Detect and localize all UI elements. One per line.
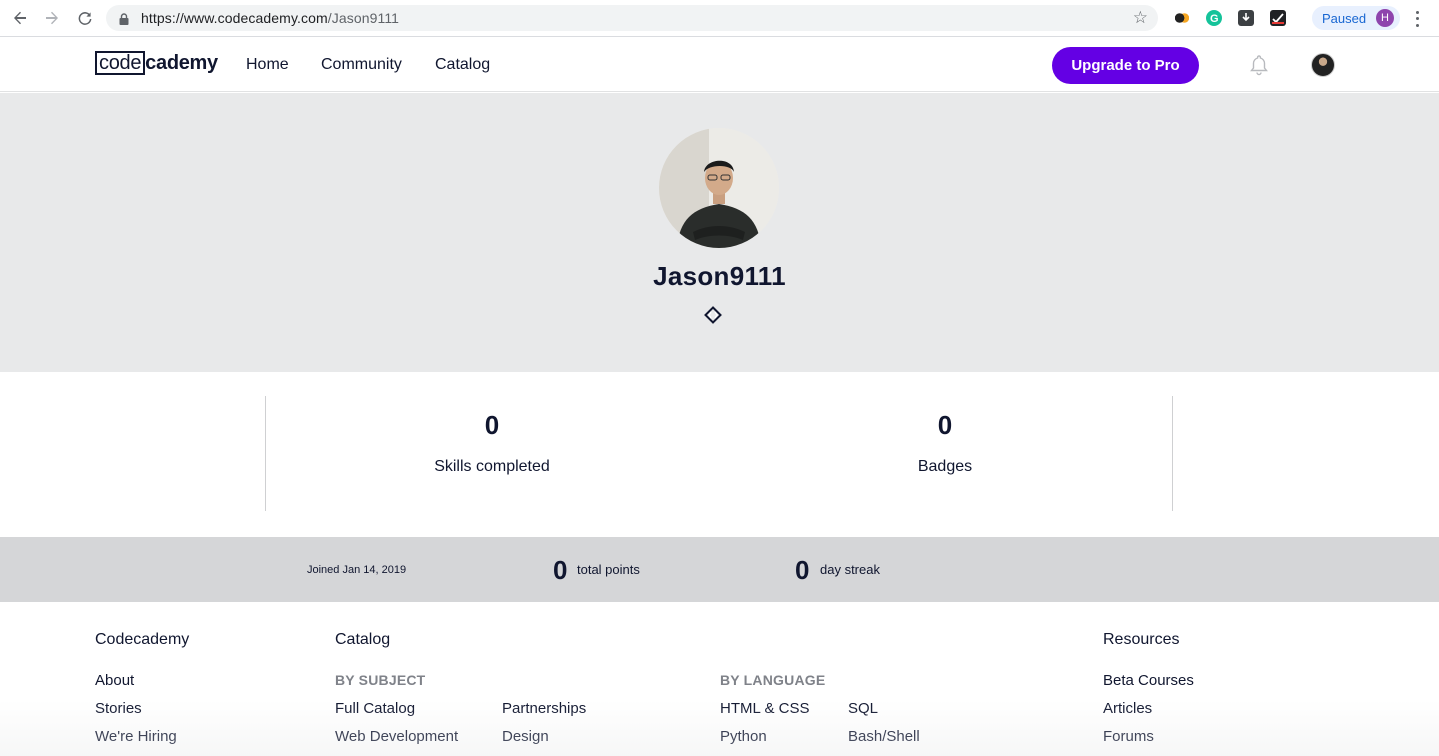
footer-by-language-label: BY LANGUAGE: [720, 672, 826, 688]
total-points-label: total points: [577, 562, 640, 577]
extension-icon[interactable]: [1174, 10, 1190, 26]
codecademy-logo[interactable]: code cademy: [95, 51, 218, 75]
profile-avatar: H: [1376, 9, 1394, 27]
footer-heading-codecademy: Codecademy: [95, 631, 190, 648]
footer-by-subject-label: BY SUBJECT: [335, 672, 426, 688]
reload-icon[interactable]: [75, 8, 95, 28]
footer-link-web-development[interactable]: Web Development: [335, 728, 458, 745]
day-streak-label: day streak: [820, 562, 880, 577]
nav-community[interactable]: Community: [321, 56, 402, 74]
paused-label: Paused: [1322, 11, 1367, 26]
back-icon[interactable]: [10, 8, 30, 28]
footer-link-about[interactable]: About: [95, 672, 134, 689]
footer-heading-resources: Resources: [1103, 631, 1180, 648]
notification-bell-icon[interactable]: [1249, 54, 1269, 81]
profile-username: Jason9111: [653, 261, 786, 291]
site-footer: Codecademy About Stories We're Hiring Ca…: [0, 602, 1439, 756]
badges-count: 0: [937, 410, 953, 440]
address-bar[interactable]: https://www.codecademy.com/Jason9111 ☆: [106, 5, 1158, 31]
footer-link-partnerships[interactable]: Partnerships: [502, 700, 586, 717]
footer-link-beta-courses[interactable]: Beta Courses: [1103, 672, 1194, 689]
summary-bar: Joined Jan 14, 2019 0 total points 0 day…: [0, 537, 1439, 602]
divider: [265, 396, 266, 511]
bookmark-star-icon[interactable]: ☆: [1133, 8, 1148, 28]
forward-icon[interactable]: [42, 8, 62, 28]
upgrade-to-pro-button[interactable]: Upgrade to Pro: [1052, 47, 1199, 84]
total-points-value: 0: [553, 555, 568, 585]
skills-completed-count: 0: [484, 410, 500, 440]
profile-photo: [659, 128, 779, 248]
site-header: code cademy Home Community Catalog Upgrad…: [0, 37, 1439, 92]
footer-link-design[interactable]: Design: [502, 728, 549, 745]
footer-link-stories[interactable]: Stories: [95, 700, 142, 717]
footer-heading-catalog: Catalog: [335, 631, 391, 648]
user-avatar[interactable]: [1311, 53, 1335, 77]
browser-menu-icon[interactable]: [1410, 9, 1424, 29]
footer-link-hiring[interactable]: We're Hiring: [95, 728, 177, 745]
grammarly-icon[interactable]: G: [1206, 10, 1222, 26]
download-extension-icon[interactable]: [1238, 10, 1254, 26]
nav-home[interactable]: Home: [246, 56, 289, 74]
footer-link-full-catalog[interactable]: Full Catalog: [335, 700, 415, 717]
profile-hero: Jason9111: [0, 93, 1439, 372]
divider: [1172, 396, 1173, 511]
svg-text:G: G: [1210, 13, 1219, 25]
day-streak-value: 0: [795, 555, 810, 585]
profile-paused-button[interactable]: Paused H: [1312, 6, 1400, 30]
footer-link-python[interactable]: Python: [720, 728, 767, 745]
code-icon: [704, 306, 722, 329]
lock-icon: [119, 12, 129, 30]
checklist-extension-icon[interactable]: [1270, 10, 1286, 26]
footer-link-articles[interactable]: Articles: [1103, 700, 1152, 717]
joined-date: Joined Jan 14, 2019: [307, 564, 407, 576]
footer-link-bash-shell[interactable]: Bash/Shell: [848, 728, 920, 745]
browser-toolbar: https://www.codecademy.com/Jason9111 ☆ G…: [0, 0, 1439, 37]
nav-catalog[interactable]: Catalog: [435, 56, 490, 74]
footer-link-html-css[interactable]: HTML & CSS: [720, 700, 809, 717]
url-text: https://www.codecademy.com/Jason9111: [141, 10, 400, 26]
footer-link-sql[interactable]: SQL: [848, 700, 878, 717]
skills-completed-label: Skills completed: [434, 458, 550, 475]
badges-label: Badges: [917, 458, 973, 475]
stats-section: 0 Skills completed 0 Badges: [0, 372, 1439, 537]
footer-link-forums[interactable]: Forums: [1103, 728, 1154, 745]
